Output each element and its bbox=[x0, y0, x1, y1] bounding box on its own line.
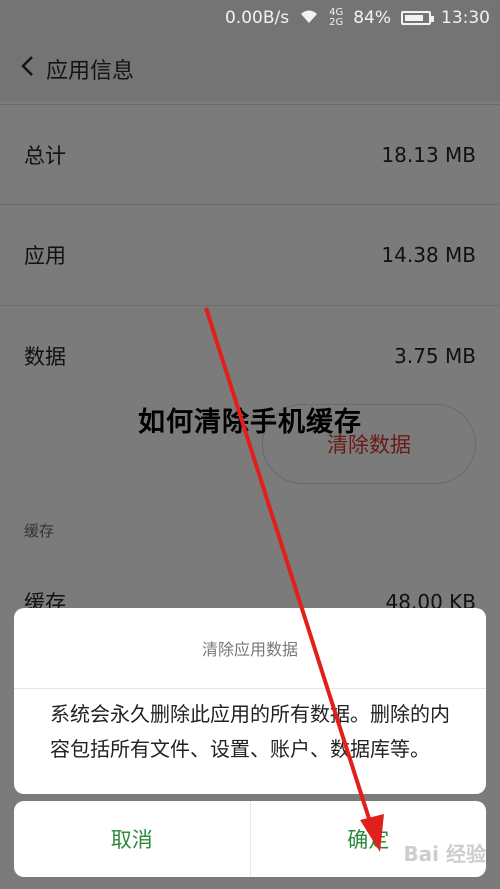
page-title: 应用信息 bbox=[46, 59, 135, 84]
cache-section-label: 缓存 bbox=[24, 522, 55, 540]
clear-data-dialog: 清除应用数据 系统会永久删除此应用的所有数据。删除的内容包括所有文件、设置、账户… bbox=[14, 608, 486, 794]
dialog-message: 系统会永久删除此应用的所有数据。删除的内容包括所有文件、设置、账户、数据库等。 bbox=[50, 702, 450, 761]
back-icon[interactable] bbox=[20, 54, 40, 84]
storage-row-app: 应用 14.38 MB bbox=[0, 204, 500, 304]
dialog-title: 清除应用数据 bbox=[14, 608, 486, 689]
battery-percent: 84% bbox=[353, 8, 391, 28]
row-value: 14.38 MB bbox=[381, 242, 476, 267]
overlay-caption: 如何清除手机缓存 bbox=[138, 407, 362, 438]
status-bar: 0.00B/s 4G 2G 84% 13:30 bbox=[0, 0, 500, 36]
row-value: 18.13 MB bbox=[381, 142, 476, 167]
network-speed: 0.00B/s bbox=[224, 8, 290, 28]
storage-row-data: 数据 3.75 MB bbox=[0, 305, 500, 405]
wifi-icon bbox=[299, 8, 319, 29]
row-value: 3.75 MB bbox=[394, 343, 476, 368]
battery-fill bbox=[405, 15, 423, 21]
row-label: 数据 bbox=[24, 344, 66, 369]
storage-row-total: 总计 18.13 MB bbox=[0, 104, 500, 204]
row-label: 总计 bbox=[24, 143, 66, 168]
clock: 13:30 bbox=[441, 8, 490, 28]
signal-icon: 4G 2G bbox=[329, 8, 343, 28]
battery-icon bbox=[401, 11, 434, 25]
network-type-bottom: 2G bbox=[329, 17, 344, 28]
watermark: Bai 经验 bbox=[403, 842, 486, 866]
app-header: 应用信息 bbox=[0, 36, 500, 102]
row-label: 应用 bbox=[24, 243, 66, 268]
cancel-button[interactable]: 取消 bbox=[14, 801, 250, 877]
